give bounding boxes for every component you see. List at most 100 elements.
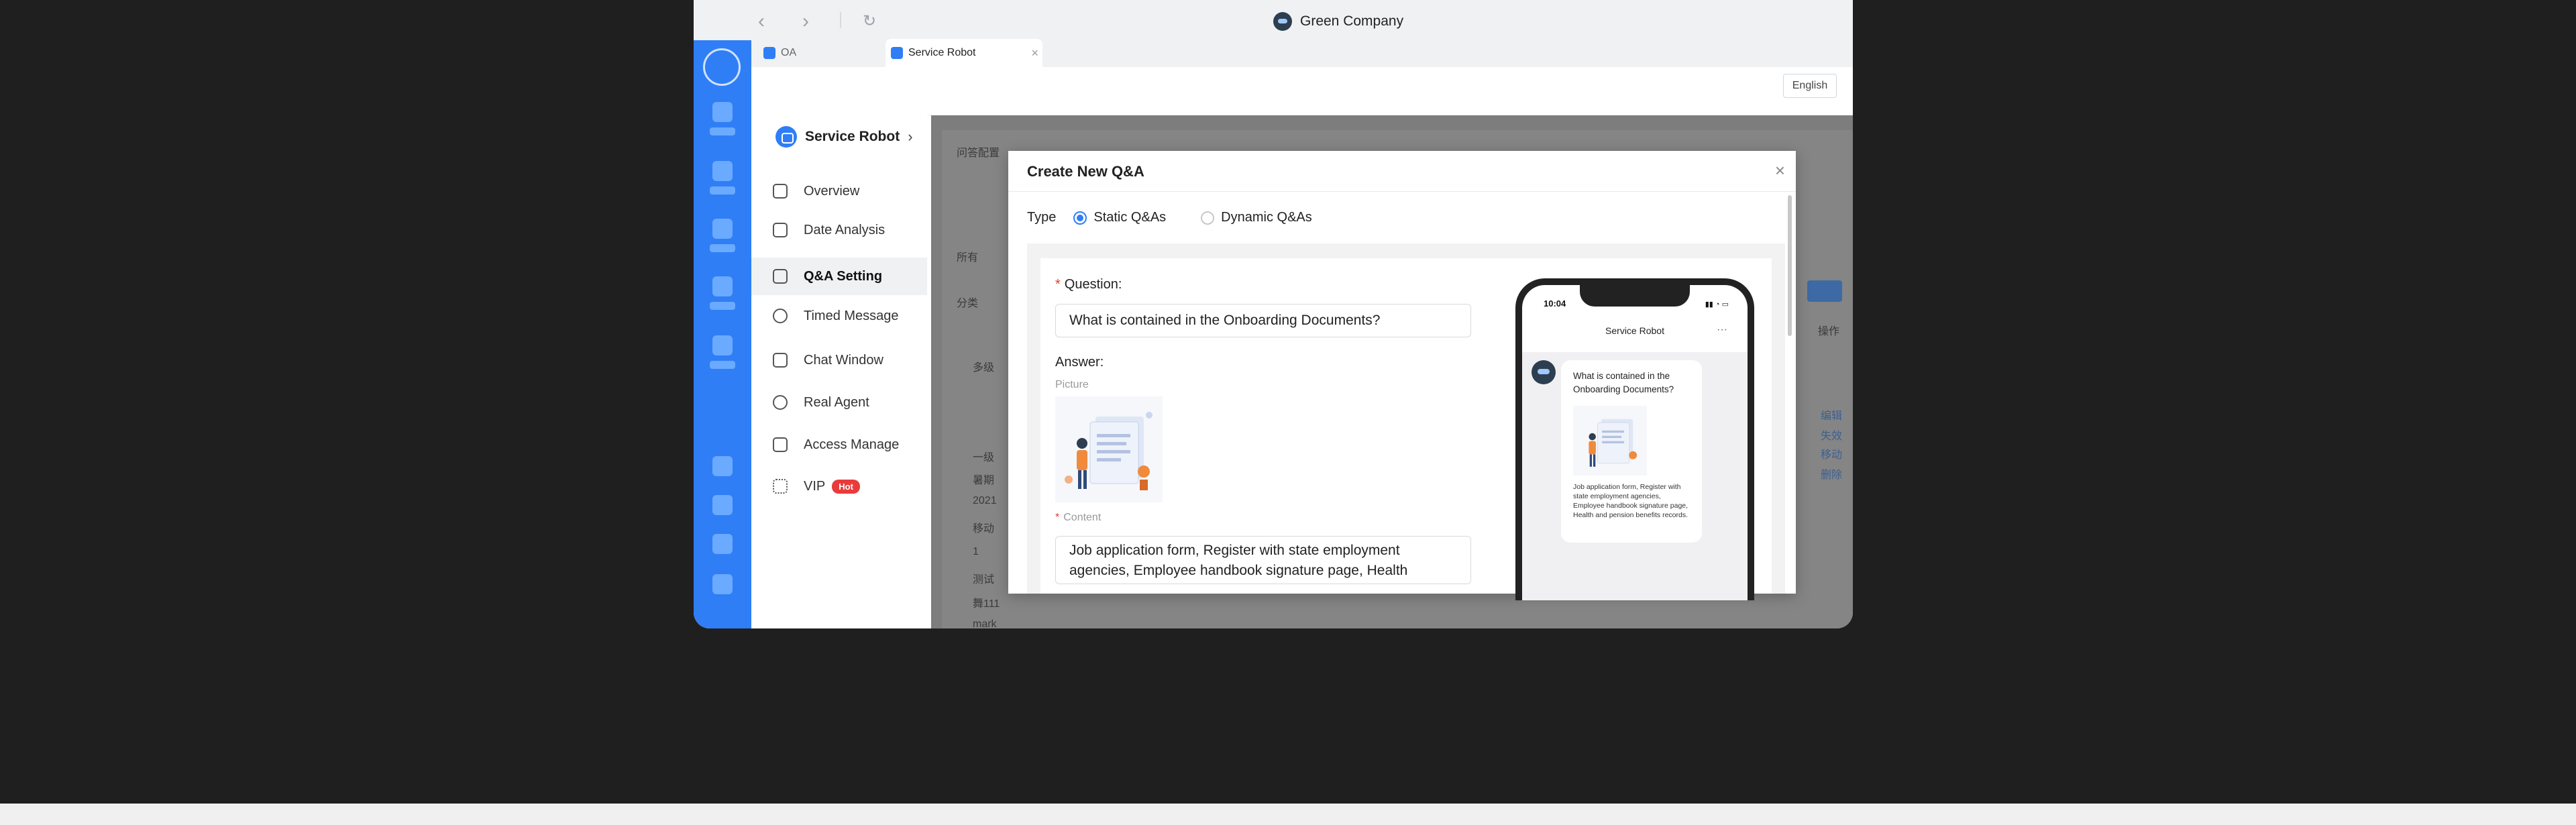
user-avatar[interactable] (703, 48, 741, 86)
sidebar-item-label: Date Analysis (804, 222, 885, 237)
picture-label: Picture (1055, 379, 1089, 390)
rail-app-icon (712, 161, 733, 181)
question-label: * Question: (1055, 277, 1122, 292)
sidebar-item-label: Q&A Setting (804, 268, 883, 284)
close-tab-icon[interactable]: × (1031, 46, 1038, 60)
rail-nav-item[interactable] (710, 161, 735, 195)
sidebar-header[interactable]: Service Robot › (775, 126, 913, 148)
rail-nav-item[interactable] (710, 534, 735, 554)
tree-item[interactable]: 暑期 (973, 471, 994, 487)
rail-nav-item[interactable] (710, 456, 735, 476)
tree-item[interactable]: 舞111 (973, 594, 1000, 610)
sidebar: Service Robot › Overview Date Analysis Q… (751, 107, 927, 628)
row-action-link[interactable]: 移动 (1821, 445, 1842, 461)
sidebar-item-access-manage[interactable]: Access Manage (751, 426, 927, 463)
radio-selected-icon (1073, 211, 1087, 225)
dynamic-qa-radio[interactable]: Dynamic Q&As (1201, 210, 1312, 225)
language-button[interactable]: English (1783, 74, 1837, 98)
sidebar-item-label: Real Agent (804, 394, 869, 410)
type-row: Type Static Q&As Dynamic Q&As (1027, 210, 1347, 225)
sidebar-item-label: Timed Message (804, 308, 899, 323)
refresh-icon[interactable]: ↻ (863, 9, 876, 34)
forward-arrow-icon[interactable]: › (802, 9, 809, 34)
window-icon (773, 353, 788, 368)
rail-nav-item[interactable] (710, 276, 735, 310)
sidebar-item-qa-setting[interactable]: Q&A Setting (751, 258, 927, 295)
nav-separator (840, 12, 841, 28)
modal-title: Create New Q&A (1027, 163, 1144, 180)
title-bar: ‹ › ↻ Green Company OA Service Robot × (694, 0, 1853, 67)
sidebar-item-chat-window[interactable]: Chat Window (751, 341, 927, 379)
more-icon: ··· (1717, 324, 1727, 335)
rail-nav-item[interactable] (710, 102, 735, 135)
row-action-link[interactable]: 失效 (1821, 427, 1842, 443)
phone-notch (1580, 285, 1690, 307)
sidebar-item-timed-message[interactable]: Timed Message (751, 297, 927, 335)
tree-item[interactable]: 测试 (973, 570, 994, 586)
radio-label: Static Q&As (1093, 210, 1167, 225)
rail-app-icon (712, 456, 733, 476)
back-arrow-icon[interactable]: ‹ (758, 9, 765, 34)
tab-service-robot[interactable]: Service Robot × (885, 39, 1042, 67)
rail-label-placeholder (710, 361, 735, 369)
tree-item[interactable]: 移动 (973, 519, 994, 535)
question-input[interactable]: What is contained in the Onboarding Docu… (1055, 304, 1471, 337)
content-label: * Content (1055, 512, 1102, 523)
app-title: Green Company (1273, 9, 1403, 34)
static-qa-radio[interactable]: Static Q&As (1073, 210, 1166, 225)
tree-item[interactable]: 2021 (973, 495, 997, 507)
chevron-right-icon: › (908, 128, 913, 145)
filter-dropdown[interactable]: 所有 (957, 248, 978, 264)
sidebar-item-overview[interactable]: Overview (751, 172, 927, 210)
service-robot-app-icon (891, 47, 903, 59)
sidebar-header-label: Service Robot (805, 129, 900, 144)
tree-item[interactable]: 多级 (973, 358, 994, 374)
content-textarea[interactable]: Job application form, Register with stat… (1055, 536, 1471, 584)
modal-scrollbar[interactable] (1788, 195, 1792, 336)
app-title-text: Green Company (1300, 13, 1404, 29)
rail-app-icon (712, 574, 733, 594)
tab-label: Service Robot (908, 47, 976, 58)
grid-icon (773, 479, 788, 494)
actions-header: 操作 (1818, 326, 1840, 337)
row-action-link[interactable]: 编辑 (1821, 406, 1842, 423)
robot-logo-icon (1273, 12, 1292, 31)
form-card: * Question: What is contained in the Onbo… (1040, 258, 1772, 600)
type-label: Type (1027, 210, 1057, 225)
tree-item[interactable]: 1 (973, 546, 979, 558)
rail-app-icon (712, 495, 733, 515)
category-label: 分类 (957, 298, 979, 309)
bot-avatar (1532, 360, 1556, 384)
rail-nav-item[interactable] (710, 495, 735, 515)
tree-item[interactable]: 一级 (973, 448, 994, 464)
tree-item[interactable]: mark (973, 618, 997, 628)
rail-nav-item[interactable] (710, 574, 735, 594)
rail-nav-item[interactable] (710, 219, 735, 252)
tab-oa[interactable]: OA (758, 39, 879, 67)
sidebar-item-label: VIP (804, 478, 826, 494)
radio-unselected-icon (1201, 211, 1215, 225)
rail-label-placeholder (710, 127, 735, 135)
home-icon (773, 184, 788, 199)
lock-icon (773, 437, 788, 452)
sidebar-item-vip[interactable]: VIP Hot (751, 468, 927, 505)
phone-chat-header: Service Robot (1605, 325, 1664, 336)
rail-app-icon (712, 219, 733, 239)
app-rail (694, 0, 751, 628)
answer-picture[interactable] (1055, 396, 1163, 502)
rail-nav-item[interactable] (710, 335, 735, 369)
sidebar-item-label: Access Manage (804, 437, 900, 452)
close-icon[interactable]: × (1775, 160, 1785, 181)
analytics-icon (773, 223, 788, 237)
rail-label-placeholder (710, 302, 735, 310)
answer-label: Answer: (1055, 355, 1104, 370)
row-action-link[interactable]: 删除 (1821, 465, 1842, 482)
qa-icon (773, 269, 788, 284)
agent-icon (773, 395, 788, 410)
new-question-button[interactable] (1807, 280, 1842, 302)
rail-app-icon (712, 534, 733, 554)
rail-top-cap (694, 0, 751, 40)
sidebar-item-real-agent[interactable]: Real Agent (751, 384, 927, 421)
rail-app-icon (712, 276, 733, 296)
sidebar-item-date-analysis[interactable]: Date Analysis (751, 211, 927, 249)
